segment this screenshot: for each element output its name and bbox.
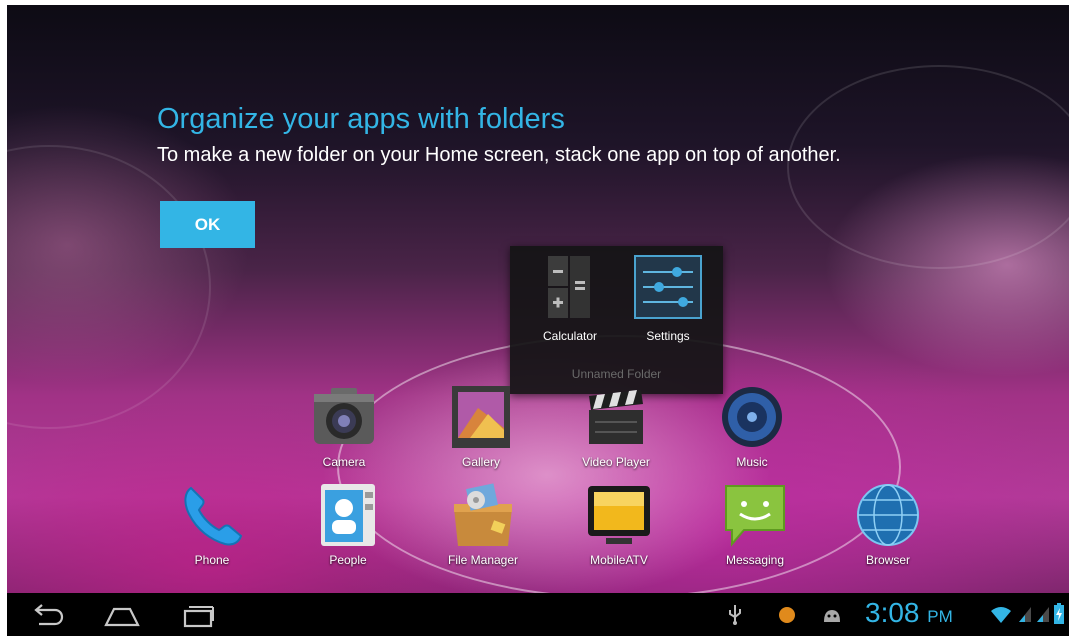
music-icon [722, 387, 782, 447]
home-screen: Organize your apps with folders To make … [7, 5, 1069, 636]
app-people[interactable]: People [300, 482, 396, 567]
people-icon [321, 484, 375, 546]
notification-orange-icon [777, 605, 797, 630]
intro-text: To make a new folder on your Home screen… [157, 144, 841, 166]
folder-app-calculator[interactable]: Calculator [530, 254, 610, 343]
back-button[interactable] [27, 601, 67, 629]
folder-intro: Organize your apps with folders To make … [157, 103, 841, 167]
wallpaper-swirl [787, 65, 1069, 269]
ok-button[interactable]: OK [160, 201, 255, 248]
home-button[interactable] [102, 601, 142, 629]
intro-title: Organize your apps with folders [157, 103, 565, 135]
folder-name[interactable]: Unnamed Folder [510, 367, 723, 381]
signal-icon [1035, 605, 1051, 628]
app-video-player[interactable]: Video Player [568, 384, 664, 469]
camera-icon [314, 388, 374, 444]
app-camera[interactable]: Camera [296, 384, 392, 469]
system-bar: 3:08 PM [7, 593, 1069, 636]
app-browser[interactable]: Browser [840, 482, 936, 567]
app-phone[interactable]: Phone [164, 482, 260, 567]
clock-ampm: PM [927, 607, 953, 626]
folder-app-label: Settings [646, 329, 690, 343]
wifi-icon [989, 605, 1013, 630]
recent-apps-icon [183, 606, 214, 628]
usb-icon [727, 603, 743, 630]
app-music[interactable]: Music [704, 384, 800, 469]
app-file-manager[interactable]: File Manager [435, 482, 531, 567]
app-label: Phone [194, 553, 230, 567]
app-label: Messaging [725, 553, 785, 567]
app-label: MobileATV [590, 553, 648, 567]
tv-icon [588, 486, 650, 544]
app-label: Music [736, 455, 768, 469]
wallpaper-swirl [7, 145, 211, 429]
signal-icon [1017, 605, 1033, 628]
android-debug-icon [822, 606, 842, 629]
folder-app-label: Calculator [542, 329, 598, 343]
messaging-icon [725, 485, 785, 547]
app-messaging[interactable]: Messaging [707, 482, 803, 567]
app-label: Gallery [461, 455, 500, 469]
phone-icon [184, 486, 243, 546]
app-label: Camera [322, 455, 366, 469]
app-label: Browser [865, 553, 910, 567]
app-label: People [329, 553, 367, 567]
app-gallery[interactable]: Gallery [433, 384, 529, 469]
battery-charging-icon [1053, 603, 1065, 630]
app-label: File Manager [447, 553, 519, 567]
recent-apps-button[interactable] [179, 601, 219, 629]
settings-icon [634, 255, 702, 319]
clock-time: 3:08 [865, 597, 920, 628]
video-player-icon [589, 390, 643, 444]
browser-icon [857, 484, 919, 546]
clock: 3:08 PM [865, 597, 953, 629]
app-mobileatv[interactable]: MobileATV [571, 482, 667, 567]
home-icon [104, 607, 140, 627]
file-manager-icon [454, 483, 512, 546]
gallery-icon [452, 386, 510, 448]
back-icon [34, 604, 64, 626]
app-label: Video Player [582, 455, 650, 469]
folder-app-settings[interactable]: Settings [628, 254, 708, 343]
calculator-icon [548, 256, 590, 318]
open-folder: Calculator Settings Unnamed Folder [510, 246, 723, 394]
